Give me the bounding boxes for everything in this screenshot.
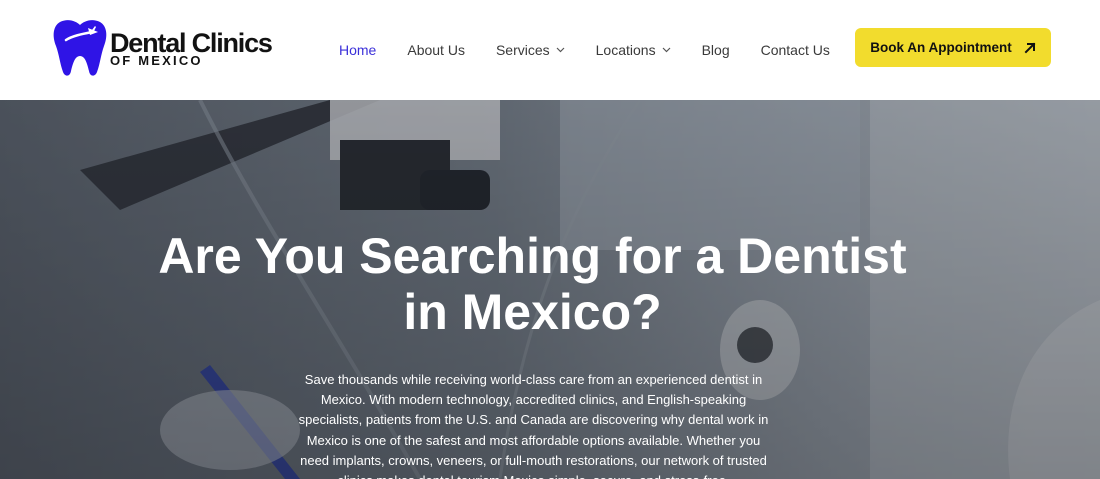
- book-appointment-label: Book An Appointment: [870, 40, 1012, 55]
- book-appointment-button[interactable]: Book An Appointment: [855, 28, 1051, 67]
- nav-contact-us-label: Contact Us: [760, 42, 830, 58]
- tooth-logo-icon: [53, 20, 107, 76]
- site-header: Dental Clinics OF MEXICO Home About Us S…: [0, 0, 1100, 100]
- page: Dental Clinics OF MEXICO Home About Us S…: [0, 0, 1100, 479]
- arrow-up-right-icon: [1024, 42, 1036, 53]
- nav-services-label: Services: [495, 42, 550, 58]
- nav-about-us[interactable]: About Us: [407, 42, 465, 58]
- main-nav: Home About Us Services Locations Blog Co…: [339, 0, 830, 100]
- logo-text-secondary: OF MEXICO: [110, 53, 203, 68]
- nav-locations[interactable]: Locations: [596, 42, 671, 58]
- nav-services[interactable]: Services: [496, 42, 565, 58]
- nav-home[interactable]: Home: [339, 42, 376, 58]
- hero-description: Save thousands while receiving world-cla…: [298, 372, 769, 479]
- nav-contact-us[interactable]: Contact Us: [761, 42, 830, 58]
- nav-blog-label: Blog: [701, 42, 730, 58]
- site-logo[interactable]: Dental Clinics OF MEXICO: [52, 18, 292, 78]
- nav-about-us-label: About Us: [407, 42, 465, 58]
- nav-home-label: Home: [339, 42, 377, 58]
- chevron-down-icon: [556, 47, 565, 53]
- hero-section: Are You Searching for a Dentist in Mexic…: [0, 100, 1100, 479]
- hero-title: Are You Searching for a Dentist in Mexic…: [158, 228, 907, 340]
- nav-blog[interactable]: Blog: [702, 42, 730, 58]
- nav-locations-label: Locations: [595, 42, 656, 58]
- chevron-down-icon: [662, 47, 671, 53]
